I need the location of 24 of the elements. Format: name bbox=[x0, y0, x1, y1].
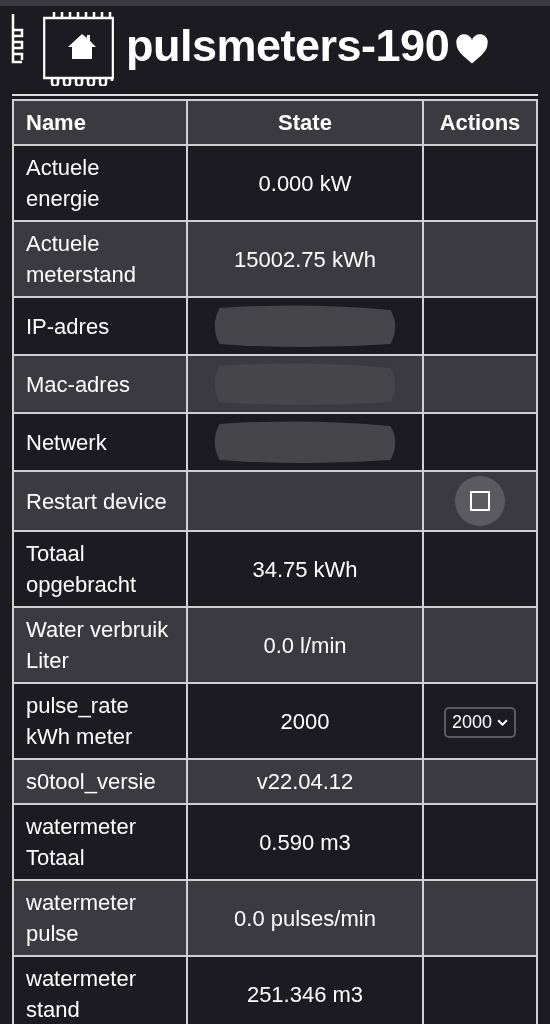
restart-button[interactable] bbox=[455, 476, 505, 526]
table-cell: 251.346 m3 bbox=[246, 981, 364, 1007]
table-cell: 0.590 m3 bbox=[259, 829, 351, 855]
table-cell: 0.000 kW bbox=[258, 170, 352, 196]
column-header: Name bbox=[13, 100, 187, 145]
table-cell: 0.0 l/min bbox=[263, 632, 347, 658]
table-cell: Actuele meterstand bbox=[13, 221, 187, 297]
table-cell: v22.04.12 bbox=[256, 769, 354, 794]
table-cell: watermeter stand bbox=[13, 956, 187, 1024]
table-cell: 2000 bbox=[280, 708, 330, 734]
table-cell: s0tool_versie bbox=[13, 759, 187, 804]
table-cell: watermeter pulse bbox=[13, 880, 187, 956]
table-cell: Water verbruik Liter bbox=[13, 607, 187, 683]
table-cell: 15002.75 kWh bbox=[234, 246, 376, 272]
heart-icon bbox=[455, 33, 490, 65]
column-header: State bbox=[187, 100, 423, 145]
column-header: Actions bbox=[423, 100, 537, 145]
device-title: pulsmeters-190 bbox=[126, 20, 450, 72]
table-cell: 34.75 kWh bbox=[252, 556, 358, 582]
chevron-down-icon bbox=[497, 718, 508, 726]
table-cell: 0.0 pulses/min bbox=[234, 905, 376, 931]
pulse-rate-select[interactable]: 2000 bbox=[443, 706, 516, 738]
table-cell: Mac-adres bbox=[13, 355, 187, 413]
table-cell: Restart device bbox=[13, 471, 187, 531]
